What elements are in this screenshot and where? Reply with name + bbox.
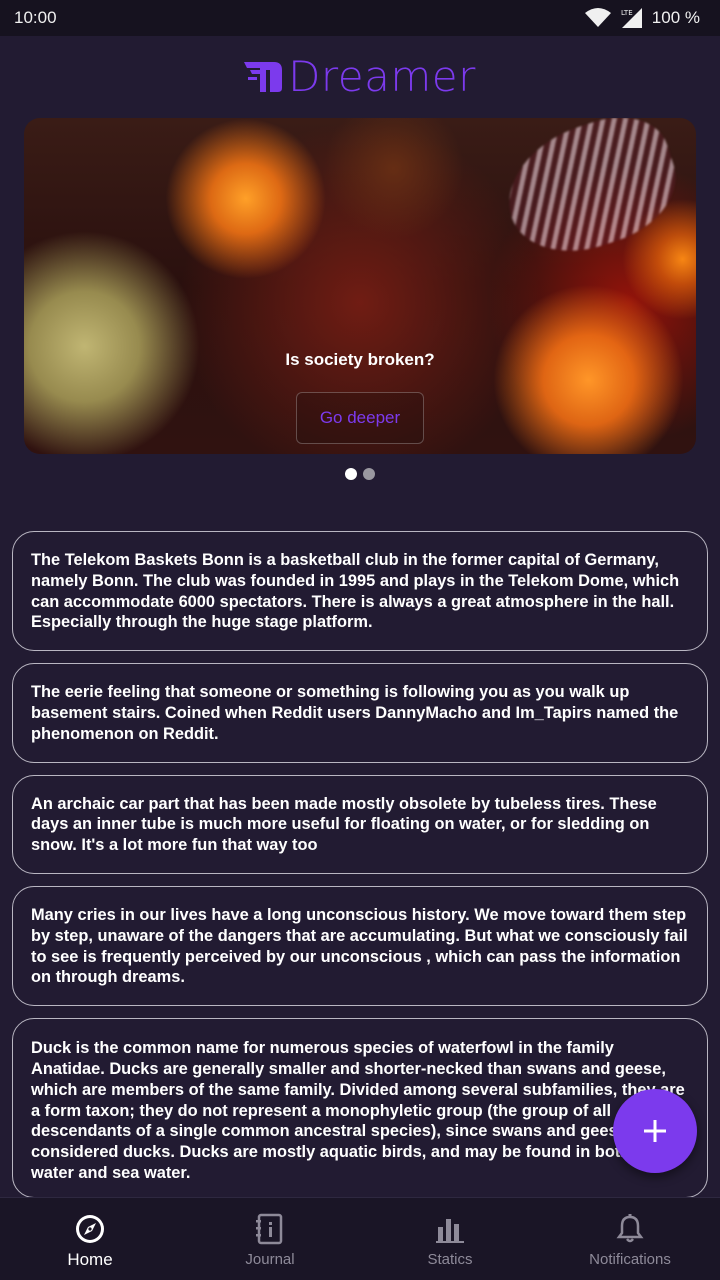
status-icons: LTE 100 % <box>584 7 700 29</box>
network-type-label: LTE <box>621 9 633 17</box>
app-logo-text: Dreamer <box>288 52 476 101</box>
hero-background-image <box>491 118 691 270</box>
dream-card[interactable]: Duck is the common name for numerous spe… <box>12 1018 708 1199</box>
dreamer-logo-icon <box>244 62 283 92</box>
hero-carousel[interactable]: Is society broken? Go deeper <box>24 118 696 454</box>
dream-card[interactable]: The Telekom Baskets Bonn is a basketball… <box>12 531 708 652</box>
carousel-dot-1[interactable] <box>345 468 357 480</box>
go-deeper-button[interactable]: Go deeper <box>296 392 424 444</box>
nav-label-statics: Statics <box>427 1251 473 1268</box>
nav-item-journal[interactable]: Journal <box>180 1198 360 1280</box>
carousel-indicator <box>0 468 720 480</box>
status-time: 10:00 <box>14 8 57 27</box>
compass-icon <box>76 1215 104 1243</box>
cell-signal-icon: LTE <box>621 8 642 28</box>
status-bar: 10:00 LTE 100 % <box>0 0 720 36</box>
dream-card[interactable]: Many cries in our lives have a long unco… <box>12 885 708 1007</box>
dream-card[interactable]: An archaic car part that has been made m… <box>12 774 708 874</box>
hero-title: Is society broken? <box>285 350 435 369</box>
plus-icon <box>644 1120 666 1142</box>
bar-chart-icon <box>436 1219 464 1243</box>
nav-label-notifications: Notifications <box>589 1251 671 1268</box>
nav-label-journal: Journal <box>245 1251 295 1268</box>
bottom-navigation: Home Journal Statics Notifications <box>0 1197 720 1280</box>
nav-item-statics[interactable]: Statics <box>360 1198 540 1280</box>
dream-card[interactable]: The eerie feeling that someone or someth… <box>12 663 708 763</box>
nav-item-notifications[interactable]: Notifications <box>540 1198 720 1280</box>
battery-level: 100 % <box>651 8 700 27</box>
journal-icon <box>256 1213 283 1245</box>
carousel-dot-2[interactable] <box>363 468 375 480</box>
nav-item-home[interactable]: Home <box>0 1198 180 1280</box>
add-dream-button[interactable] <box>613 1089 697 1173</box>
app-logo: Dreamer <box>0 54 720 100</box>
dream-list: The Telekom Baskets Bonn is a basketball… <box>12 531 708 1210</box>
wifi-icon <box>584 8 611 27</box>
bell-icon <box>616 1214 644 1243</box>
nav-label-home: Home <box>67 1250 113 1269</box>
